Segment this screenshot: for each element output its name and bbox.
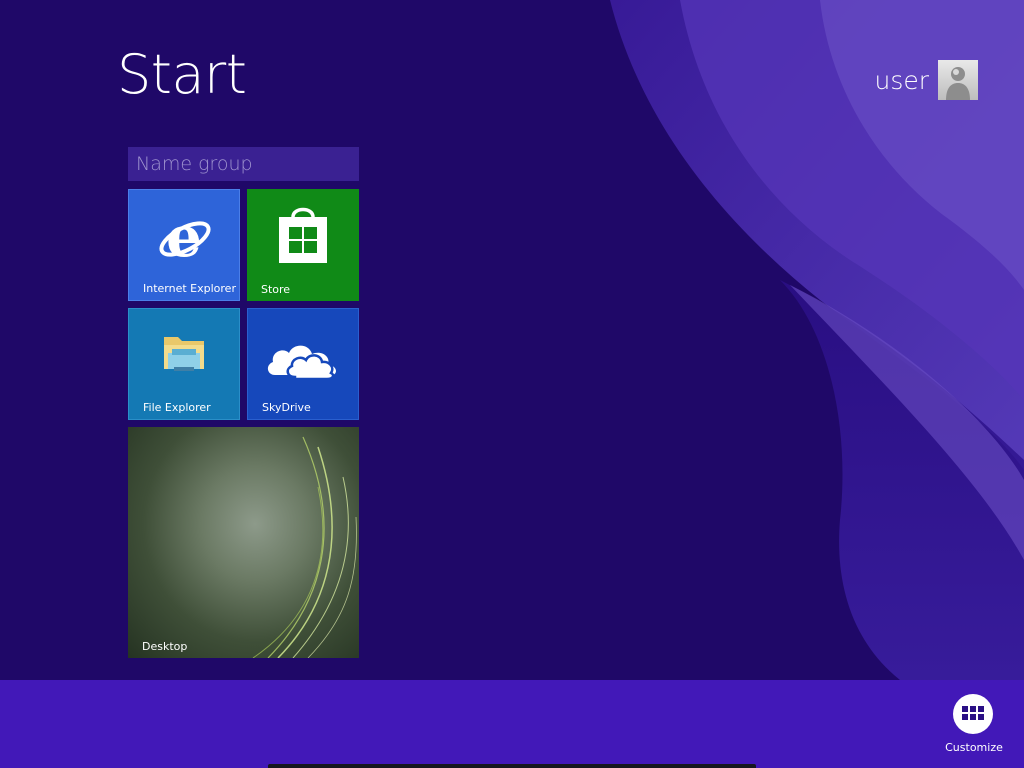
tile-label: Desktop xyxy=(142,640,188,653)
user-name: user xyxy=(874,65,929,95)
skydrive-cloud-icon xyxy=(267,345,337,381)
tile-skydrive[interactable]: SkyDrive xyxy=(247,308,359,420)
tile-file-explorer[interactable]: File Explorer xyxy=(128,308,240,420)
group-name-input[interactable] xyxy=(128,147,359,181)
tile-label: SkyDrive xyxy=(262,401,311,414)
tile-label: Internet Explorer xyxy=(143,282,236,295)
store-icon xyxy=(279,207,327,263)
customize-grid-icon xyxy=(953,694,993,734)
tile-label: Store xyxy=(261,283,291,296)
page-title: Start xyxy=(117,43,247,106)
tile-internet-explorer[interactable]: e Internet Explorer xyxy=(128,189,240,301)
user-avatar-icon xyxy=(938,60,978,100)
start-screen: Start user e Internet Explorer Store xyxy=(0,0,1024,768)
customize-label: Customize xyxy=(945,741,1003,754)
tile-label: File Explorer xyxy=(143,401,211,414)
tile-store[interactable]: Store xyxy=(247,189,359,301)
app-bar xyxy=(0,680,1024,768)
bottom-edge-bar xyxy=(268,764,756,768)
user-account-button[interactable]: user xyxy=(874,60,978,100)
file-explorer-icon xyxy=(164,337,204,371)
customize-button[interactable]: Customize xyxy=(938,694,1010,758)
desktop-wallpaper xyxy=(252,436,357,658)
internet-explorer-icon: e xyxy=(159,208,211,268)
svg-text:e: e xyxy=(166,208,202,268)
tile-desktop[interactable]: Desktop xyxy=(128,427,359,658)
